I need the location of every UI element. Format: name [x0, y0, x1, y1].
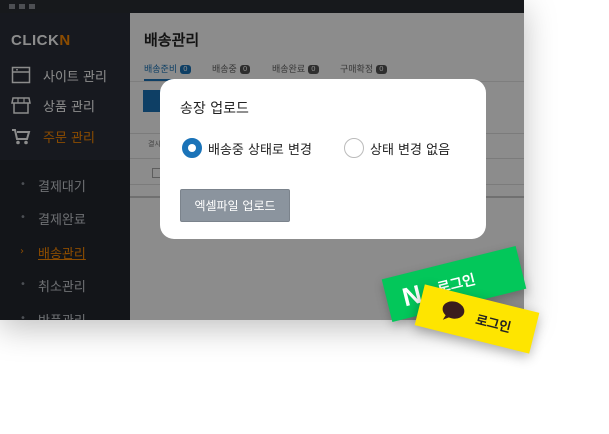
radio-label: 배송중 상태로 변경 — [208, 143, 312, 158]
kakao-chat-icon — [442, 301, 465, 320]
radio-circle — [344, 138, 364, 158]
kakao-login-label: 로그인 — [473, 312, 513, 337]
radio-label: 상태 변경 없음 — [370, 143, 451, 158]
modal-title: 송장 업로드 — [180, 101, 249, 117]
excel-upload-button[interactable]: 엑셀파일 업로드 — [180, 189, 290, 222]
invoice-upload-modal: 송장 업로드 배송중 상태로 변경 상태 변경 없음 엑셀파일 업로드 — [160, 79, 486, 239]
radio-circle — [182, 138, 202, 158]
